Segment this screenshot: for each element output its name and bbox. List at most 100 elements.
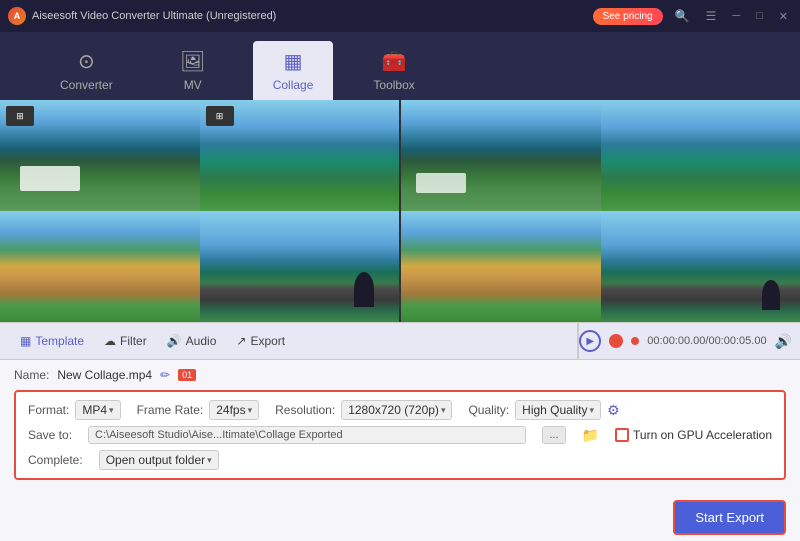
template-label: Template [35, 334, 84, 348]
gpu-label: Turn on GPU Acceleration [633, 428, 772, 442]
video-panels: ⊞ ⊞ [0, 100, 800, 322]
settings-row-2: Save to: C:\Aiseesoft Studio\Aise...Itim… [28, 426, 772, 444]
export-section: Start Export [0, 494, 800, 541]
tab-converter-label: Converter [60, 78, 113, 92]
folder-icon[interactable]: 📁 [582, 427, 599, 444]
edit-icon[interactable]: ✏ [160, 368, 170, 382]
framerate-group: Frame Rate: 24fps ▾ [137, 400, 260, 420]
complete-select[interactable]: Open output folder ▾ [99, 450, 219, 470]
export-button[interactable]: ↗ Export [228, 330, 293, 352]
collage-panel: ⊞ ⊞ [0, 100, 401, 322]
file-badge: 01 [178, 369, 196, 381]
play-button[interactable]: ▶ [579, 330, 601, 352]
complete-label: Complete: [28, 453, 83, 467]
close-button[interactable]: ✕ [775, 10, 792, 23]
save-path-text: C:\Aiseesoft Studio\Aise...Itimate\Colla… [95, 429, 343, 441]
resolution-label: Resolution: [275, 403, 335, 417]
tab-collage[interactable]: ▦ Collage [253, 41, 334, 100]
preview-cell-2 [601, 100, 800, 211]
preview-grid [401, 100, 800, 322]
preview-cell-3 [401, 211, 601, 322]
preview-panel [401, 100, 800, 322]
tab-mv-label: MV [184, 78, 202, 92]
app-logo: A [8, 7, 26, 25]
title-bar-left: A Aiseesoft Video Converter Ultimate (Un… [8, 7, 276, 25]
complete-chevron: ▾ [207, 455, 212, 466]
collage-cell-4[interactable] [200, 211, 400, 322]
tab-mv[interactable]: 🖼 MV [153, 41, 233, 100]
minimize-button[interactable]: ─ [728, 10, 744, 22]
progress-indicator [631, 337, 639, 345]
see-pricing-button[interactable]: See pricing [593, 8, 663, 25]
resolution-group: Resolution: 1280x720 (720p) ▾ [275, 400, 452, 420]
audio-button[interactable]: 🔊 Audio [159, 330, 225, 352]
format-select[interactable]: MP4 ▾ [75, 400, 120, 420]
split-toolbar: ▦ Template ☁ Filter 🔊 Audio ↗ Export ▶ 0… [0, 322, 800, 360]
export-icon: ↗ [236, 334, 246, 348]
collage-icon: ▦ [284, 49, 303, 74]
tab-bar: ⊙ Converter 🖼 MV ▦ Collage 🧰 Toolbox [0, 32, 800, 100]
settings-row-1: Format: MP4 ▾ Frame Rate: 24fps ▾ Resolu… [28, 400, 772, 420]
quality-label: Quality: [468, 403, 509, 417]
name-value: New Collage.mp4 [57, 368, 152, 382]
title-bar: A Aiseesoft Video Converter Ultimate (Un… [0, 0, 800, 32]
resolution-value: 1280x720 (720p) [348, 403, 439, 417]
browse-button[interactable]: ... [542, 426, 565, 444]
cell-1-thumb: ⊞ [6, 106, 34, 126]
framerate-label: Frame Rate: [137, 403, 204, 417]
resolution-select[interactable]: 1280x720 (720p) ▾ [341, 400, 452, 420]
audio-label: Audio [186, 334, 217, 348]
filter-button[interactable]: ☁ Filter [96, 330, 155, 352]
gpu-acceleration-checkbox[interactable]: Turn on GPU Acceleration [615, 428, 772, 442]
export-label: Export [250, 334, 285, 348]
title-bar-right: See pricing 🔍 ☰ ─ □ ✕ [593, 7, 792, 25]
left-toolbar: ▦ Template ☁ Filter 🔊 Audio ↗ Export [0, 323, 579, 359]
tab-toolbox[interactable]: 🧰 Toolbox [353, 41, 434, 100]
volume-icon[interactable]: 🔊 [775, 333, 792, 350]
name-label: Name: [14, 368, 49, 382]
tab-toolbox-label: Toolbox [373, 78, 414, 92]
template-icon: ▦ [20, 334, 31, 348]
template-button[interactable]: ▦ Template [12, 330, 92, 352]
framerate-chevron: ▾ [248, 405, 253, 416]
preview-cell-4 [601, 211, 800, 322]
quality-select[interactable]: High Quality ▾ [515, 400, 601, 420]
format-value: MP4 [82, 403, 107, 417]
app-title: Aiseesoft Video Converter Ultimate (Unre… [32, 10, 276, 22]
quality-value: High Quality [522, 403, 587, 417]
quality-gear-icon[interactable]: ⚙ [607, 402, 620, 419]
collage-cell-3[interactable] [0, 211, 200, 322]
settings-row-3: Complete: Open output folder ▾ [28, 450, 772, 470]
menu-icon[interactable]: ☰ [702, 7, 721, 25]
format-chevron: ▾ [109, 405, 114, 416]
framerate-value: 24fps [216, 403, 245, 417]
preview-cell-1 [401, 100, 601, 211]
quality-group: Quality: High Quality ▾ ⚙ [468, 400, 619, 420]
audio-icon: 🔊 [167, 334, 182, 348]
search-icon[interactable]: 🔍 [671, 7, 694, 25]
resolution-chevron: ▾ [441, 405, 446, 416]
format-group: Format: MP4 ▾ [28, 400, 121, 420]
collage-cell-2[interactable]: ⊞ [200, 100, 400, 211]
quality-chevron: ▾ [590, 405, 595, 416]
toolbox-icon: 🧰 [382, 49, 407, 74]
collage-cell-1[interactable]: ⊞ [0, 100, 200, 211]
name-row: Name: New Collage.mp4 ✏ 01 [14, 368, 786, 382]
settings-area: Name: New Collage.mp4 ✏ 01 Format: MP4 ▾… [0, 360, 800, 494]
maximize-button[interactable]: □ [752, 10, 767, 22]
main-content: ⊞ ⊞ ▦ Template [0, 100, 800, 541]
complete-value: Open output folder [106, 453, 205, 467]
saveto-label: Save to: [28, 428, 72, 442]
mv-icon: 🖼 [180, 49, 205, 74]
save-path-display: C:\Aiseesoft Studio\Aise...Itimate\Colla… [88, 426, 526, 444]
framerate-select[interactable]: 24fps ▾ [209, 400, 259, 420]
gpu-checkbox-box [615, 428, 629, 442]
tab-converter[interactable]: ⊙ Converter [40, 41, 133, 100]
tab-collage-label: Collage [273, 78, 314, 92]
converter-icon: ⊙ [78, 49, 95, 74]
time-display: 00:00:00.00/00:00:05.00 [647, 335, 766, 347]
start-export-button[interactable]: Start Export [673, 500, 786, 535]
filter-icon: ☁ [104, 334, 116, 348]
stop-button[interactable] [609, 334, 623, 348]
format-label: Format: [28, 403, 69, 417]
